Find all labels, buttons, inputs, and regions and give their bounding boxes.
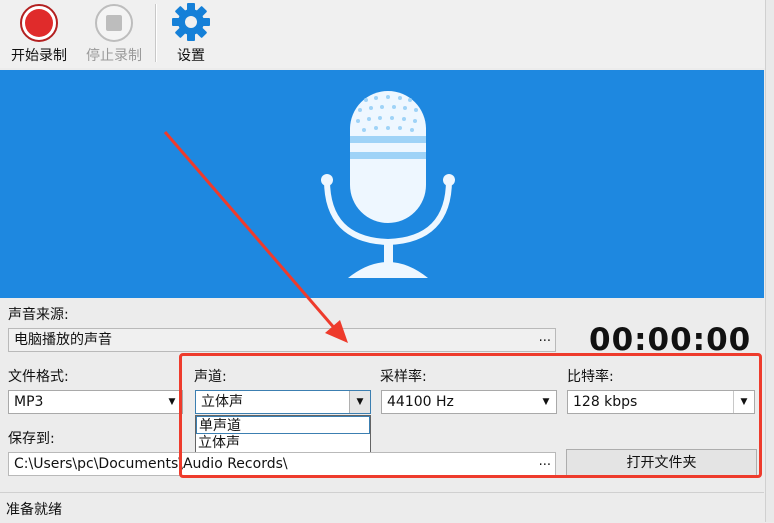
bitrate-select[interactable]: 128 kbps ▼ (567, 390, 755, 414)
save-label: 保存到: (8, 431, 55, 447)
record-timer: 00:00:00 (589, 322, 752, 358)
stop-icon (95, 4, 133, 42)
format-label: 文件格式: (8, 369, 69, 385)
save-path-field[interactable]: C:\Users\pc\Documents\Audio Records\ ... (8, 452, 556, 476)
status-bar: 准备就绪 (0, 492, 764, 523)
channel-select[interactable]: 立体声 ▼ (195, 390, 371, 414)
settings-button[interactable]: 设置 (154, 0, 228, 68)
channel-value: 立体声 (201, 394, 243, 410)
open-folder-button[interactable]: 打开文件夹 (566, 449, 757, 477)
chevron-down-icon: ▼ (733, 391, 754, 413)
channel-label: 声道: (194, 369, 227, 385)
channel-option-stereo[interactable]: 立体声 (196, 434, 370, 452)
microphone-banner (0, 70, 764, 298)
bitrate-label: 比特率: (567, 369, 614, 385)
format-select[interactable]: MP3 ▼ (8, 390, 183, 414)
source-label: 声音来源: (8, 307, 69, 323)
start-record-button[interactable]: 开始录制 (2, 0, 76, 68)
save-browse-button[interactable]: ... (539, 453, 551, 471)
source-field[interactable]: 电脑播放的声音 ... (8, 328, 556, 352)
window-edge (765, 0, 774, 522)
stop-record-button[interactable]: 停止录制 (77, 0, 151, 68)
bitrate-value: 128 kbps (573, 394, 638, 410)
chevron-down-icon: ▼ (168, 397, 176, 407)
chevron-down-icon: ▼ (542, 397, 550, 407)
toolbar: 开始录制 停止录制 设置 (0, 0, 774, 68)
record-icon (20, 4, 58, 42)
channel-dropdown-list: 单声道 立体声 (195, 415, 371, 453)
channel-option-mono[interactable]: 单声道 (196, 416, 370, 434)
stop-record-label: 停止录制 (86, 48, 142, 64)
start-record-label: 开始录制 (11, 48, 67, 64)
gear-icon (172, 3, 210, 41)
sample-rate-select[interactable]: 44100 Hz ▼ (381, 390, 557, 414)
chevron-down-icon: ▼ (349, 391, 370, 413)
settings-label: 设置 (177, 48, 205, 64)
save-path-value: C:\Users\pc\Documents\Audio Records\ (14, 456, 288, 472)
source-browse-button[interactable]: ... (539, 329, 551, 347)
status-text: 准备就绪 (6, 502, 62, 518)
sample-rate-label: 采样率: (380, 369, 427, 385)
format-value: MP3 (14, 394, 44, 410)
microphone-icon (321, 91, 455, 278)
source-value: 电脑播放的声音 (14, 332, 112, 348)
sample-rate-value: 44100 Hz (387, 394, 454, 410)
